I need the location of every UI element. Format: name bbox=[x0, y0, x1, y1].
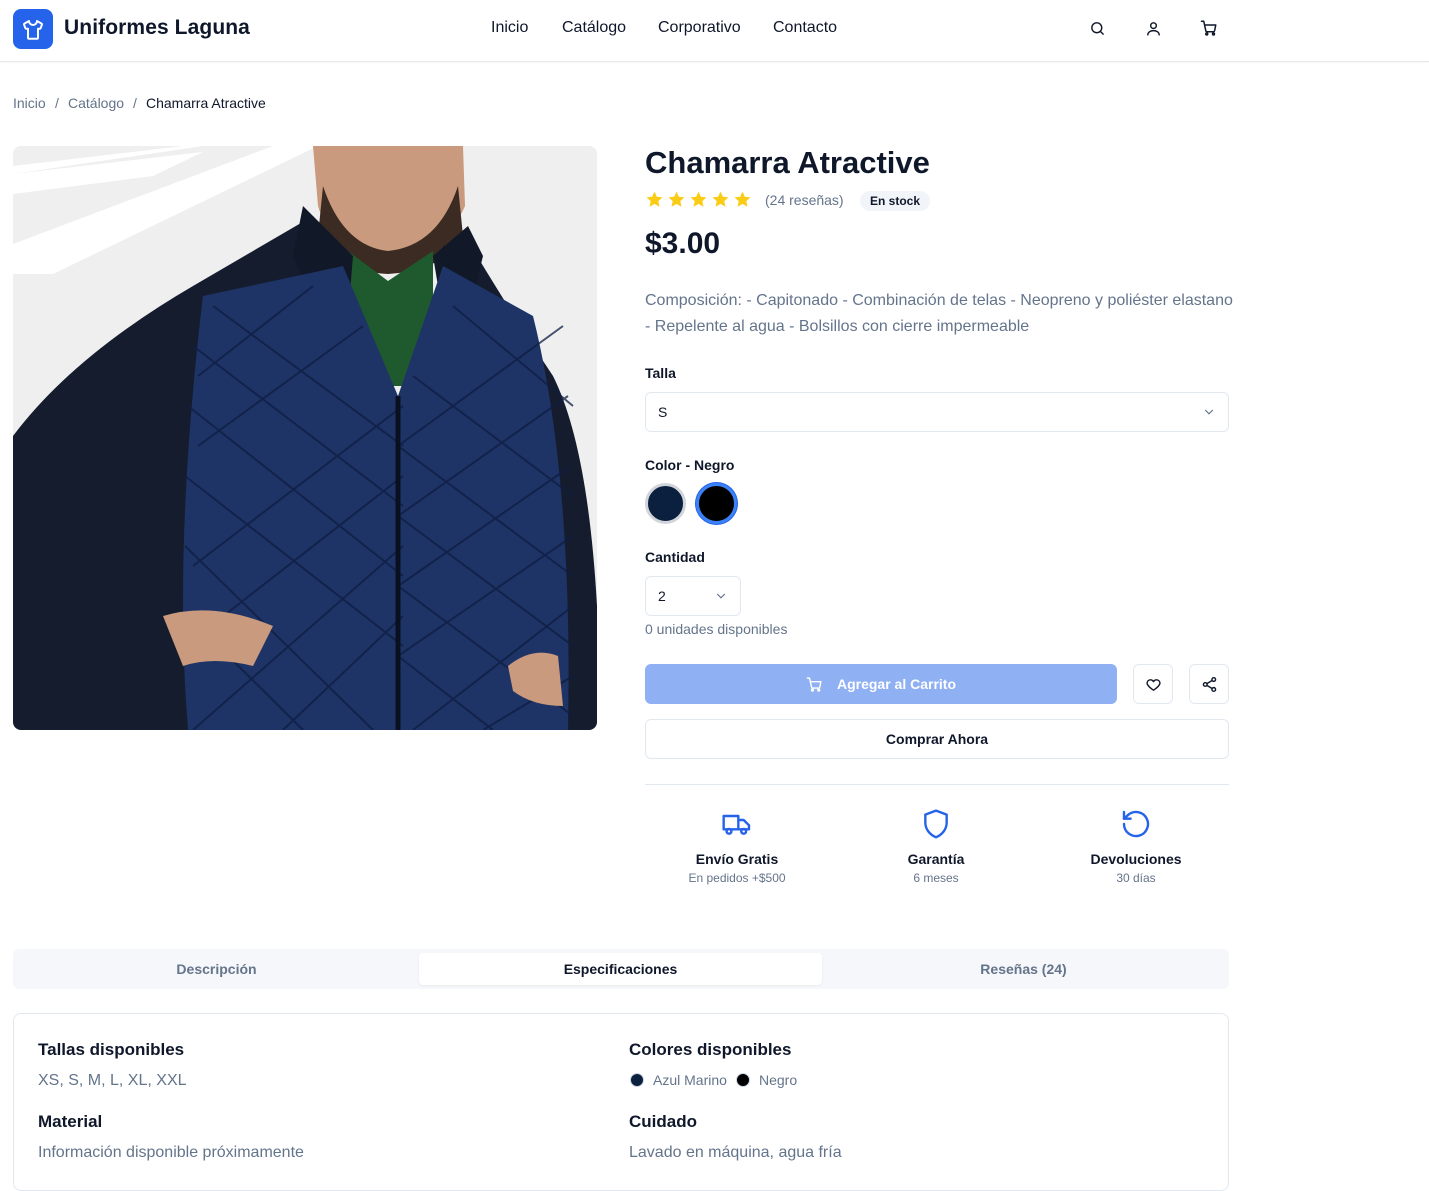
quantity-label: Cantidad bbox=[645, 549, 705, 565]
heart-icon bbox=[1145, 678, 1161, 691]
product-description: Composición: - Capitonado - Combinación … bbox=[645, 292, 1233, 335]
sizes-value: XS, S, M, L, XL, XXL bbox=[38, 1072, 187, 1089]
star-icon bbox=[668, 191, 685, 207]
buy-now-button[interactable]: Comprar Ahora bbox=[645, 719, 1229, 759]
color-label: Color - Negro bbox=[645, 457, 735, 473]
color-dot-azul-marino bbox=[630, 1073, 644, 1087]
color-dot-negro bbox=[736, 1073, 750, 1087]
quantity-select[interactable]: 2 bbox=[645, 576, 741, 616]
color-swatch-negro[interactable] bbox=[696, 483, 737, 524]
product-tabs: Descripción Especificaciones Reseñas (24… bbox=[13, 949, 1229, 989]
sizes-title: Tallas disponibles bbox=[38, 1040, 185, 1059]
stock-badge: En stock bbox=[860, 191, 931, 211]
cart-icon bbox=[806, 676, 822, 692]
size-select[interactable]: S bbox=[645, 392, 1229, 432]
feature-title: Envío Gratis bbox=[695, 851, 779, 867]
color-name: Azul Marino bbox=[653, 1072, 727, 1088]
feature-subtitle: 30 días bbox=[1116, 871, 1156, 885]
size-value: S bbox=[658, 404, 668, 420]
chevron-down-icon bbox=[1204, 409, 1214, 415]
search-icon[interactable] bbox=[1087, 18, 1107, 38]
share-icon bbox=[1202, 676, 1216, 692]
site-header: Uniformes Laguna Inicio Catálogo Corpora… bbox=[0, 0, 1429, 62]
user-icon[interactable] bbox=[1143, 18, 1163, 38]
color-swatch-azul-marino[interactable] bbox=[645, 483, 686, 524]
star-icon bbox=[646, 191, 663, 207]
breadcrumb-catalogo[interactable]: Catálogo bbox=[68, 95, 124, 111]
breadcrumb-separator: / bbox=[55, 95, 59, 111]
cart-icon[interactable] bbox=[1199, 18, 1219, 38]
feature-subtitle: 6 meses bbox=[913, 871, 959, 885]
nav-corporativo[interactable]: Corporativo bbox=[658, 19, 741, 37]
add-to-cart-button[interactable]: Agregar al Carrito bbox=[645, 664, 1117, 704]
feature-returns: Devoluciones 30 días bbox=[1046, 808, 1226, 885]
care-title: Cuidado bbox=[629, 1112, 697, 1131]
reviews-count[interactable]: (24 reseñas) bbox=[765, 192, 844, 208]
nav-catalogo[interactable]: Catálogo bbox=[562, 19, 626, 37]
breadcrumb-inicio[interactable]: Inicio bbox=[13, 95, 46, 111]
rating-stars bbox=[645, 190, 752, 209]
rotate-ccw-icon bbox=[1122, 810, 1150, 838]
feature-subtitle: En pedidos +$500 bbox=[688, 871, 786, 885]
product-title: Chamarra Atractive bbox=[645, 145, 930, 180]
colors-title: Colores disponibles bbox=[629, 1040, 792, 1059]
size-label: Talla bbox=[645, 365, 676, 381]
shield-icon bbox=[924, 809, 948, 839]
star-icon bbox=[690, 191, 707, 207]
material-value: Información disponible próximamente bbox=[38, 1144, 304, 1161]
truck-icon bbox=[722, 814, 751, 835]
share-button[interactable] bbox=[1189, 664, 1229, 704]
breadcrumb-separator: / bbox=[133, 95, 137, 111]
brand-name[interactable]: Uniformes Laguna bbox=[64, 16, 250, 40]
feature-title: Garantía bbox=[907, 851, 965, 867]
feature-title: Devoluciones bbox=[1090, 851, 1182, 867]
nav-contacto[interactable]: Contacto bbox=[773, 19, 837, 37]
breadcrumb-current: Chamarra Atractive bbox=[146, 95, 266, 111]
tab-resenas[interactable]: Reseñas (24) bbox=[822, 953, 1225, 985]
tab-descripcion[interactable]: Descripción bbox=[15, 953, 418, 985]
color-name: Negro bbox=[759, 1072, 798, 1088]
care-value: Lavado en máquina, agua fría bbox=[629, 1144, 842, 1161]
product-price: $3.00 bbox=[645, 227, 721, 260]
nav-inicio[interactable]: Inicio bbox=[491, 19, 528, 37]
available-units: 0 unidades disponibles bbox=[645, 621, 788, 637]
star-icon bbox=[712, 191, 729, 207]
shirt-icon bbox=[23, 20, 43, 40]
feature-free-shipping: Envío Gratis En pedidos +$500 bbox=[647, 808, 827, 885]
feature-warranty: Garantía 6 meses bbox=[846, 808, 1026, 885]
specifications-panel: Tallas disponibles XS, S, M, L, XL, XXL … bbox=[13, 1013, 1229, 1191]
star-icon bbox=[734, 191, 751, 207]
add-to-cart-label: Agregar al Carrito bbox=[836, 676, 957, 692]
divider bbox=[645, 784, 1229, 785]
quantity-value: 2 bbox=[658, 588, 666, 604]
wishlist-button[interactable] bbox=[1133, 664, 1173, 704]
material-title: Material bbox=[38, 1112, 103, 1131]
product-image bbox=[13, 146, 597, 730]
chevron-down-icon bbox=[716, 593, 726, 599]
tab-especificaciones[interactable]: Especificaciones bbox=[419, 953, 822, 985]
logo[interactable] bbox=[13, 9, 53, 49]
